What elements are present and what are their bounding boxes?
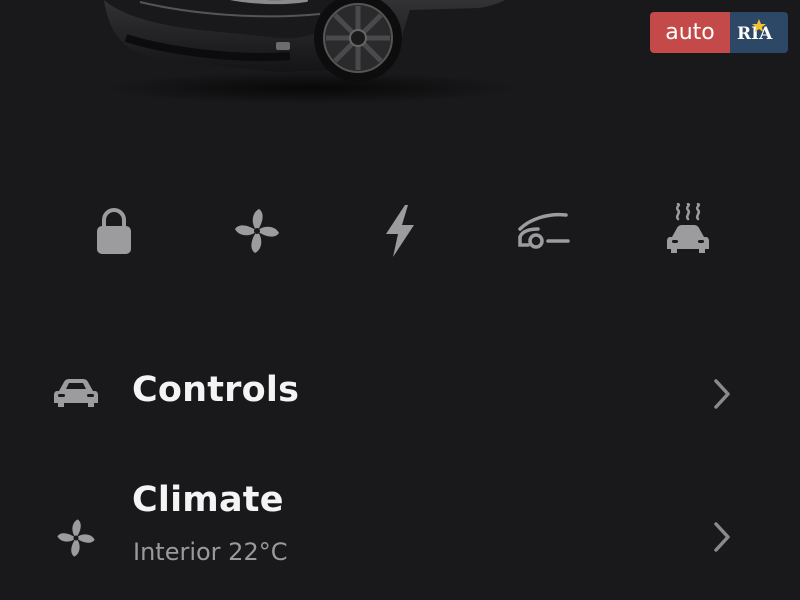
heated-car-icon (667, 203, 709, 253)
climate-title: Climate (132, 480, 284, 520)
app-screen: auto RIA Controls Climate Interior 22°C (0, 0, 800, 600)
climate-interior-temp: Interior 22°C (133, 538, 288, 566)
controls-title: Controls (132, 370, 300, 410)
defrost-button[interactable] (658, 198, 718, 264)
climate-menu-item[interactable]: Climate Interior 22°C (0, 470, 800, 580)
lightning-icon (386, 205, 414, 257)
lock-button[interactable] (84, 198, 144, 264)
quick-actions-bar (0, 198, 800, 268)
watermark-auto-text: auto (650, 12, 730, 53)
ria-logo-icon: RIA (737, 18, 773, 44)
charge-button[interactable] (370, 198, 430, 264)
controls-menu-item[interactable]: Controls (0, 360, 800, 430)
car-icon-wrapper (52, 376, 100, 410)
lock-icon (97, 208, 131, 254)
car-icon (54, 379, 98, 407)
car-image (100, 0, 520, 104)
frunk-button[interactable] (514, 198, 574, 264)
chevron-right-icon (714, 522, 730, 552)
watermark-ria-logo: RIA (730, 12, 788, 53)
fan-icon (57, 519, 95, 557)
fan-icon-wrapper (52, 514, 100, 562)
chevron-right-icon (714, 379, 730, 409)
svg-text:RIA: RIA (737, 24, 773, 44)
autoria-watermark: auto RIA (650, 12, 788, 53)
climate-quick-button[interactable] (227, 198, 287, 264)
frunk-icon (518, 212, 570, 249)
fan-icon (235, 209, 279, 253)
